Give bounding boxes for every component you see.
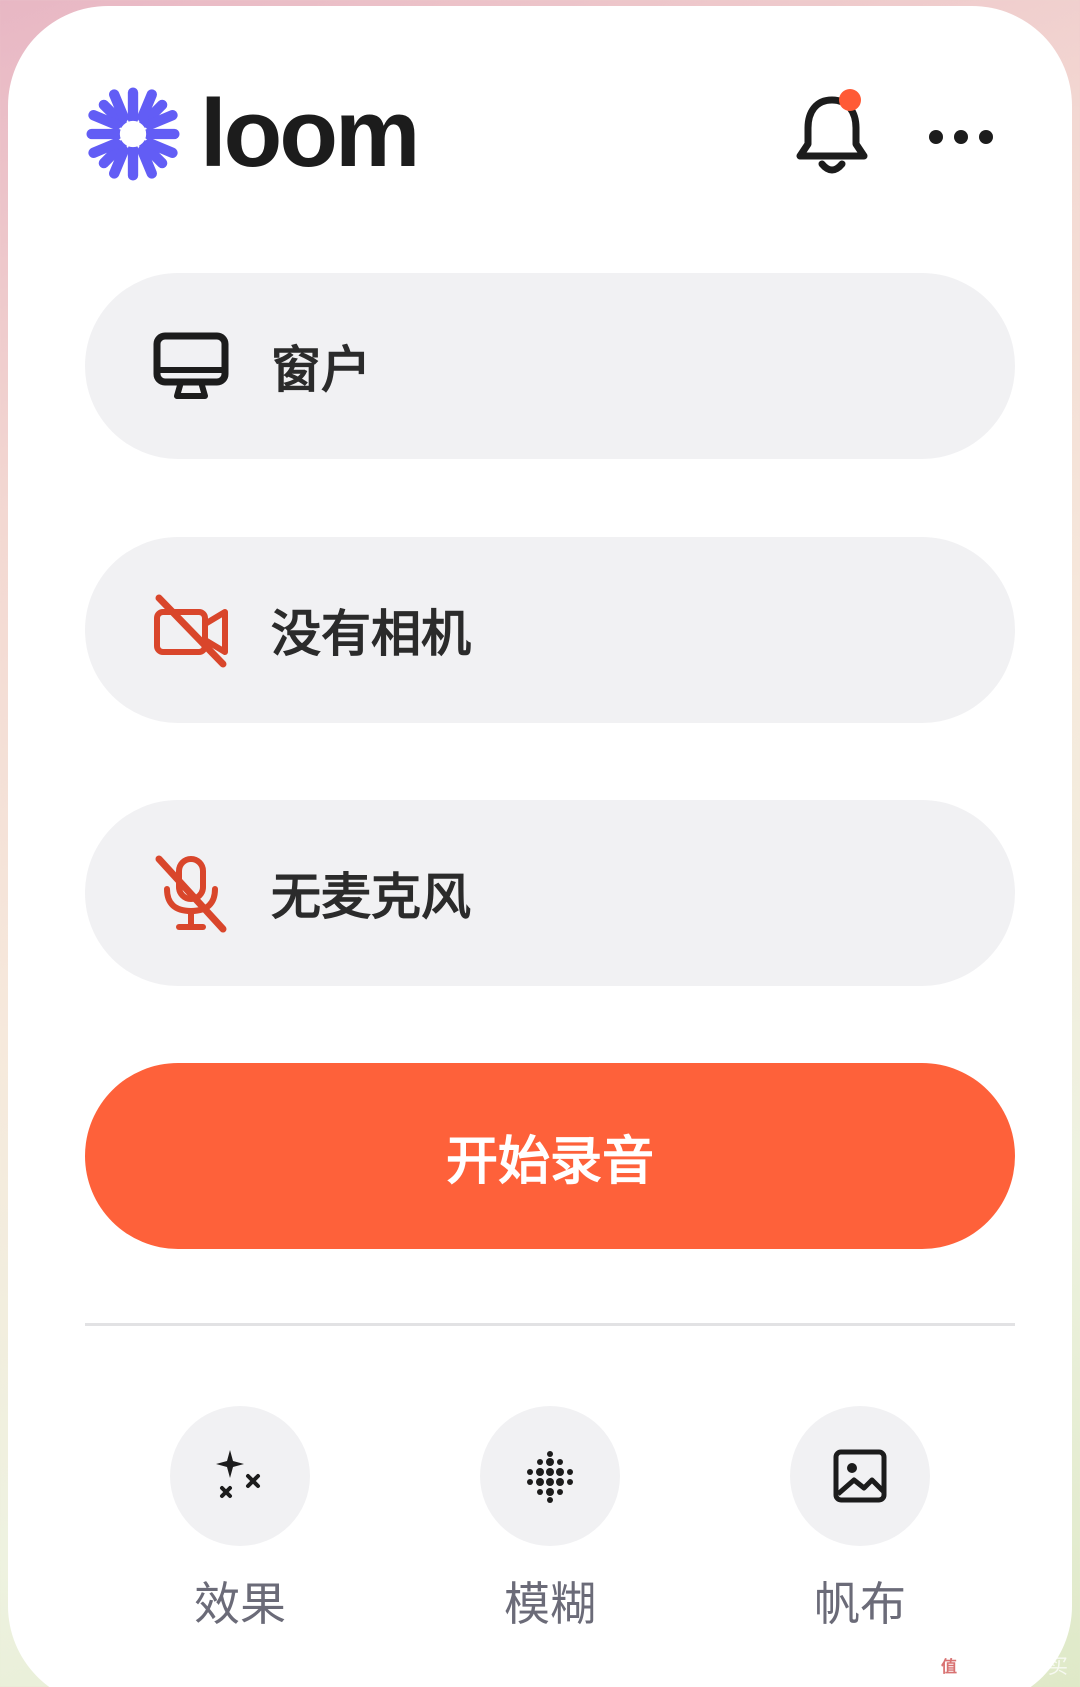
loom-logo-icon bbox=[86, 87, 180, 181]
effects-label: 效果 bbox=[194, 1577, 286, 1631]
canvas-button[interactable] bbox=[790, 1406, 930, 1546]
logo-text: loom bbox=[200, 80, 420, 187]
microphone-source-button[interactable]: 无麦克风 bbox=[85, 800, 1015, 986]
screen-source-label: 窗户 bbox=[271, 341, 371, 399]
loom-logo: loom bbox=[86, 80, 420, 187]
blur-tool[interactable]: 模糊 bbox=[450, 1406, 650, 1666]
canvas-label: 帆布 bbox=[814, 1577, 906, 1631]
watermark-text: 什么值得买 bbox=[968, 1654, 1068, 1678]
camera-off-icon bbox=[154, 594, 228, 668]
blur-label: 模糊 bbox=[504, 1577, 596, 1631]
notification-bell-icon[interactable] bbox=[792, 86, 872, 178]
blur-grid-icon bbox=[527, 1451, 573, 1503]
sparkles-icon bbox=[216, 1450, 260, 1498]
microphone-source-label: 无麦克风 bbox=[271, 868, 471, 926]
microphone-off-icon bbox=[155, 855, 227, 933]
divider bbox=[85, 1323, 1015, 1326]
screen-source-button[interactable]: 窗户 bbox=[85, 273, 1015, 459]
monitor-icon bbox=[153, 332, 229, 399]
blur-button[interactable] bbox=[480, 1406, 620, 1546]
camera-source-button[interactable]: 没有相机 bbox=[85, 537, 1015, 723]
image-icon bbox=[833, 1449, 887, 1503]
more-options-icon[interactable] bbox=[926, 122, 996, 152]
notification-badge bbox=[839, 89, 861, 111]
watermark: 值 什么值得买 bbox=[936, 1650, 1068, 1679]
watermark-badge: 值 bbox=[936, 1651, 962, 1678]
header: loom bbox=[86, 86, 1006, 186]
effects-tool[interactable]: 效果 bbox=[140, 1406, 340, 1666]
start-recording-button[interactable]: 开始录音 bbox=[85, 1063, 1015, 1249]
canvas-tool[interactable]: 帆布 bbox=[760, 1406, 960, 1666]
camera-source-label: 没有相机 bbox=[271, 605, 471, 663]
recorder-panel: loom 窗户 没有相机 无麦克风 开始录音 效果 模糊 帆布 bbox=[8, 6, 1072, 1687]
effects-button[interactable] bbox=[170, 1406, 310, 1546]
